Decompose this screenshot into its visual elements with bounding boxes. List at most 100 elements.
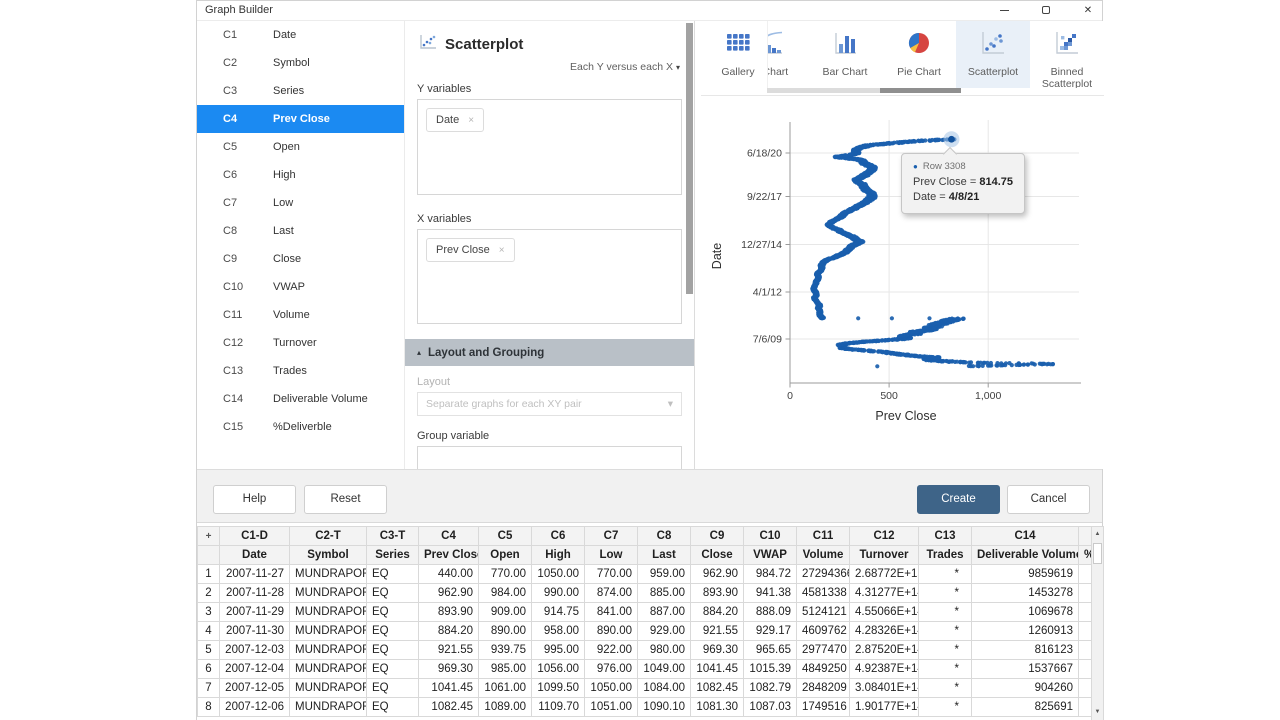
table-cell[interactable]: EQ [367, 660, 419, 679]
table-cell[interactable]: 888.09 [744, 603, 797, 622]
table-cell[interactable]: 4.55066E+14 [850, 603, 919, 622]
row-number[interactable]: 3 [198, 603, 220, 622]
table-cell[interactable]: 1260913 [972, 622, 1079, 641]
table-cell[interactable]: MUNDRAPORT [290, 679, 367, 698]
scroll-up-icon[interactable]: ▲ [1092, 527, 1103, 542]
table-cell[interactable] [1079, 622, 1092, 641]
header-cell[interactable]: Last [638, 546, 691, 565]
table-cell[interactable] [1079, 660, 1092, 679]
table-cell[interactable]: 4609762 [797, 622, 850, 641]
header-cell[interactable]: High [532, 546, 585, 565]
reset-button[interactable]: Reset [304, 485, 387, 514]
table-cell[interactable]: 984.00 [479, 584, 532, 603]
header-cell[interactable]: Open [479, 546, 532, 565]
table-cell[interactable]: * [919, 603, 972, 622]
column-item-c7[interactable]: C7Low [197, 189, 404, 217]
layout-and-grouping-header[interactable]: ▴ Layout and Grouping [405, 339, 694, 366]
close-button[interactable]: ✕ [1073, 1, 1103, 20]
remove-chip-icon[interactable]: × [468, 115, 474, 126]
header-cell[interactable]: Date [220, 546, 290, 565]
header-cell[interactable]: Low [585, 546, 638, 565]
table-cell[interactable]: 5124121 [797, 603, 850, 622]
table-cell[interactable]: 2007-12-05 [220, 679, 290, 698]
table-cell[interactable]: 1109.70 [532, 698, 585, 717]
table-cell[interactable]: 984.72 [744, 565, 797, 584]
table-cell[interactable]: 990.00 [532, 584, 585, 603]
help-button[interactable]: Help [213, 485, 296, 514]
header-cell[interactable]: C14 [972, 527, 1079, 546]
row-number[interactable]: 2 [198, 584, 220, 603]
header-cell[interactable] [198, 546, 220, 565]
table-cell[interactable]: 965.65 [744, 641, 797, 660]
gallery-scrollbar-thumb[interactable] [880, 88, 961, 93]
x-variable-chip[interactable]: Prev Close × [426, 238, 515, 262]
table-cell[interactable]: 2007-12-04 [220, 660, 290, 679]
column-item-c11[interactable]: C11Volume [197, 301, 404, 329]
table-cell[interactable]: 2007-11-29 [220, 603, 290, 622]
table-cell[interactable]: 9859619 [972, 565, 1079, 584]
column-item-c5[interactable]: C5Open [197, 133, 404, 161]
table-cell[interactable]: 969.30 [691, 641, 744, 660]
table-cell[interactable]: 2007-11-30 [220, 622, 290, 641]
table-cell[interactable]: 1049.00 [638, 660, 691, 679]
header-cell[interactable]: C9 [691, 527, 744, 546]
table-cell[interactable]: 976.00 [585, 660, 638, 679]
column-item-c12[interactable]: C12Turnover [197, 329, 404, 357]
gallery-item-bar-chart[interactable]: Bar Chart [808, 21, 882, 88]
table-cell[interactable]: 921.55 [419, 641, 479, 660]
header-cell[interactable]: C7 [585, 527, 638, 546]
table-cell[interactable]: 4.28326E+14 [850, 622, 919, 641]
table-cell[interactable] [1079, 603, 1092, 622]
table-cell[interactable]: 939.75 [479, 641, 532, 660]
table-cell[interactable]: 1050.00 [532, 565, 585, 584]
table-cell[interactable]: * [919, 641, 972, 660]
header-cell[interactable]: VWAP [744, 546, 797, 565]
table-cell[interactable]: 4.31277E+14 [850, 584, 919, 603]
row-number[interactable]: 6 [198, 660, 220, 679]
table-cell[interactable]: 4.92387E+14 [850, 660, 919, 679]
column-item-c4[interactable]: C4Prev Close [197, 105, 404, 133]
table-cell[interactable]: 893.90 [691, 584, 744, 603]
table-cell[interactable]: 1089.00 [479, 698, 532, 717]
table-cell[interactable]: EQ [367, 679, 419, 698]
table-cell[interactable]: EQ [367, 622, 419, 641]
table-cell[interactable]: * [919, 698, 972, 717]
panel-scrollbar-thumb[interactable] [686, 23, 693, 294]
table-cell[interactable]: EQ [367, 584, 419, 603]
table-cell[interactable]: 2.68772E+15 [850, 565, 919, 584]
remove-chip-icon[interactable]: × [499, 245, 505, 256]
table-cell[interactable]: MUNDRAPORT [290, 603, 367, 622]
row-number[interactable]: 1 [198, 565, 220, 584]
table-cell[interactable]: 1084.00 [638, 679, 691, 698]
table-cell[interactable]: 1087.03 [744, 698, 797, 717]
gallery-item-scatterplot[interactable]: Scatterplot [956, 21, 1030, 88]
row-number[interactable]: 8 [198, 698, 220, 717]
table-cell[interactable]: 922.00 [585, 641, 638, 660]
table-cell[interactable]: 995.00 [532, 641, 585, 660]
column-item-c3[interactable]: C3Series [197, 77, 404, 105]
table-cell[interactable]: 969.30 [419, 660, 479, 679]
table-cell[interactable]: MUNDRAPORT [290, 584, 367, 603]
table-cell[interactable]: 929.17 [744, 622, 797, 641]
table-cell[interactable]: 985.00 [479, 660, 532, 679]
table-cell[interactable]: 440.00 [419, 565, 479, 584]
cancel-button[interactable]: Cancel [1007, 485, 1090, 514]
header-cell[interactable]: C3-T [367, 527, 419, 546]
scroll-down-icon[interactable]: ▼ [1092, 705, 1103, 720]
column-item-c13[interactable]: C13Trades [197, 357, 404, 385]
table-cell[interactable]: 841.00 [585, 603, 638, 622]
table-cell[interactable]: 2007-12-06 [220, 698, 290, 717]
table-cell[interactable]: 958.00 [532, 622, 585, 641]
table-cell[interactable]: 1090.10 [638, 698, 691, 717]
table-cell[interactable]: MUNDRAPORT [290, 660, 367, 679]
table-cell[interactable]: 1749516 [797, 698, 850, 717]
table-cell[interactable]: 1061.00 [479, 679, 532, 698]
header-cell[interactable]: C12 [850, 527, 919, 546]
table-cell[interactable]: * [919, 565, 972, 584]
table-cell[interactable]: 1056.00 [532, 660, 585, 679]
table-cell[interactable]: 770.00 [479, 565, 532, 584]
table-cell[interactable]: EQ [367, 641, 419, 660]
table-cell[interactable]: 1537667 [972, 660, 1079, 679]
y-variables-box[interactable]: Date × [417, 99, 682, 195]
table-cell[interactable]: 962.90 [691, 565, 744, 584]
